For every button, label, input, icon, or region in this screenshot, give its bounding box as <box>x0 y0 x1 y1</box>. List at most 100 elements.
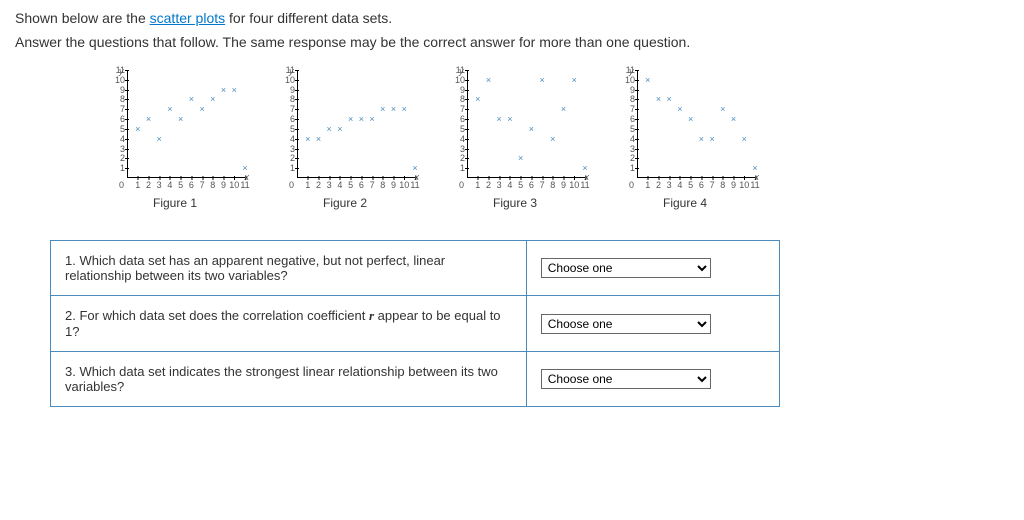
y-tick: 9 <box>619 85 635 95</box>
y-tick: 8 <box>109 94 125 104</box>
question-1-answer-cell: Choose one <box>526 241 779 296</box>
data-point: × <box>146 114 151 124</box>
x-tick: 10 <box>229 180 239 190</box>
x-tick: 3 <box>497 180 502 190</box>
data-point: × <box>699 134 704 144</box>
intro-line-1: Shown below are the scatter plots for fo… <box>15 10 1009 26</box>
x-tick: 5 <box>688 180 693 190</box>
y-tick: 11 <box>449 65 465 75</box>
figure-3-chart: yx012345678910111234567891011××××××××××× <box>445 70 585 190</box>
data-point: × <box>561 104 566 114</box>
data-point: × <box>135 124 140 134</box>
data-point: × <box>667 94 672 104</box>
y-tick: 4 <box>449 134 465 144</box>
x-tick: 11 <box>580 180 589 190</box>
question-3-dropdown[interactable]: Choose one <box>541 369 711 389</box>
question-3-text: 3. Which data set indicates the stronges… <box>51 352 527 407</box>
y-tick: 10 <box>279 75 295 85</box>
question-2-dropdown[interactable]: Choose one <box>541 314 711 334</box>
y-tick: 11 <box>619 65 635 75</box>
data-point: × <box>157 134 162 144</box>
y-tick: 9 <box>279 85 295 95</box>
data-point: × <box>709 134 714 144</box>
data-point: × <box>497 114 502 124</box>
scatter-plots-link[interactable]: scatter plots <box>150 10 225 26</box>
data-point: × <box>199 104 204 114</box>
data-point: × <box>402 104 407 114</box>
data-point: × <box>242 163 247 173</box>
x-tick: 3 <box>327 180 332 190</box>
x-tick: 7 <box>200 180 205 190</box>
x-tick: 10 <box>569 180 579 190</box>
y-tick: 1 <box>279 163 295 173</box>
y-tick: 10 <box>109 75 125 85</box>
y-tick: 10 <box>619 75 635 85</box>
data-point: × <box>337 124 342 134</box>
data-point: × <box>486 75 491 85</box>
question-1-text: 1. Which data set has an apparent negati… <box>51 241 527 296</box>
y-tick: 7 <box>619 104 635 114</box>
data-point: × <box>720 104 725 114</box>
x-tick: 9 <box>561 180 566 190</box>
data-point: × <box>178 114 183 124</box>
y-tick: 3 <box>619 144 635 154</box>
y-tick: 11 <box>109 65 125 75</box>
x-tick: 7 <box>370 180 375 190</box>
data-point: × <box>645 75 650 85</box>
intro-text-a: Shown below are the <box>15 10 150 26</box>
charts-row: yx012345678910111234567891011×××××××××××… <box>105 70 1009 210</box>
data-point: × <box>359 114 364 124</box>
x-tick: 4 <box>337 180 342 190</box>
x-tick: 5 <box>348 180 353 190</box>
x-tick: 6 <box>189 180 194 190</box>
data-point: × <box>167 104 172 114</box>
figure-1-chart: yx012345678910111234567891011××××××××××× <box>105 70 245 190</box>
data-point: × <box>731 114 736 124</box>
y-tick: 7 <box>109 104 125 114</box>
data-point: × <box>656 94 661 104</box>
data-point: × <box>348 114 353 124</box>
y-tick: 3 <box>109 144 125 154</box>
figure-4-chart: yx012345678910111234567891011××××××××××× <box>615 70 755 190</box>
x-tick: 6 <box>529 180 534 190</box>
data-point: × <box>742 134 747 144</box>
data-point: × <box>305 134 310 144</box>
question-3-answer-cell: Choose one <box>526 352 779 407</box>
data-point: × <box>572 75 577 85</box>
y-tick: 9 <box>449 85 465 95</box>
data-point: × <box>391 104 396 114</box>
x-tick: 8 <box>720 180 725 190</box>
data-point: × <box>475 94 480 104</box>
y-tick: 2 <box>449 153 465 163</box>
y-tick: 11 <box>279 65 295 75</box>
data-point: × <box>518 153 523 163</box>
data-point: × <box>327 124 332 134</box>
y-tick: 2 <box>619 153 635 163</box>
data-point: × <box>221 85 226 95</box>
x-tick: 11 <box>750 180 759 190</box>
y-tick: 4 <box>109 134 125 144</box>
y-tick: 5 <box>109 124 125 134</box>
x-tick: 7 <box>540 180 545 190</box>
data-point: × <box>232 85 237 95</box>
y-tick: 1 <box>449 163 465 173</box>
x-tick: 1 <box>645 180 650 190</box>
figure-4-label: Figure 4 <box>663 196 707 210</box>
figure-1-label: Figure 1 <box>153 196 197 210</box>
data-point: × <box>380 104 385 114</box>
question-1-dropdown[interactable]: Choose one <box>541 258 711 278</box>
data-point: × <box>688 114 693 124</box>
question-2-answer-cell: Choose one <box>526 296 779 352</box>
x-tick: 3 <box>667 180 672 190</box>
x-tick: 5 <box>518 180 523 190</box>
data-point: × <box>582 163 587 173</box>
y-tick: 2 <box>109 153 125 163</box>
y-tick: 4 <box>619 134 635 144</box>
intro-text-b: for four different data sets. <box>225 10 392 26</box>
data-point: × <box>369 114 374 124</box>
x-tick: 8 <box>210 180 215 190</box>
figure-4-block: yx012345678910111234567891011×××××××××××… <box>615 70 755 210</box>
x-tick: 9 <box>391 180 396 190</box>
x-tick: 9 <box>221 180 226 190</box>
y-tick: 3 <box>449 144 465 154</box>
